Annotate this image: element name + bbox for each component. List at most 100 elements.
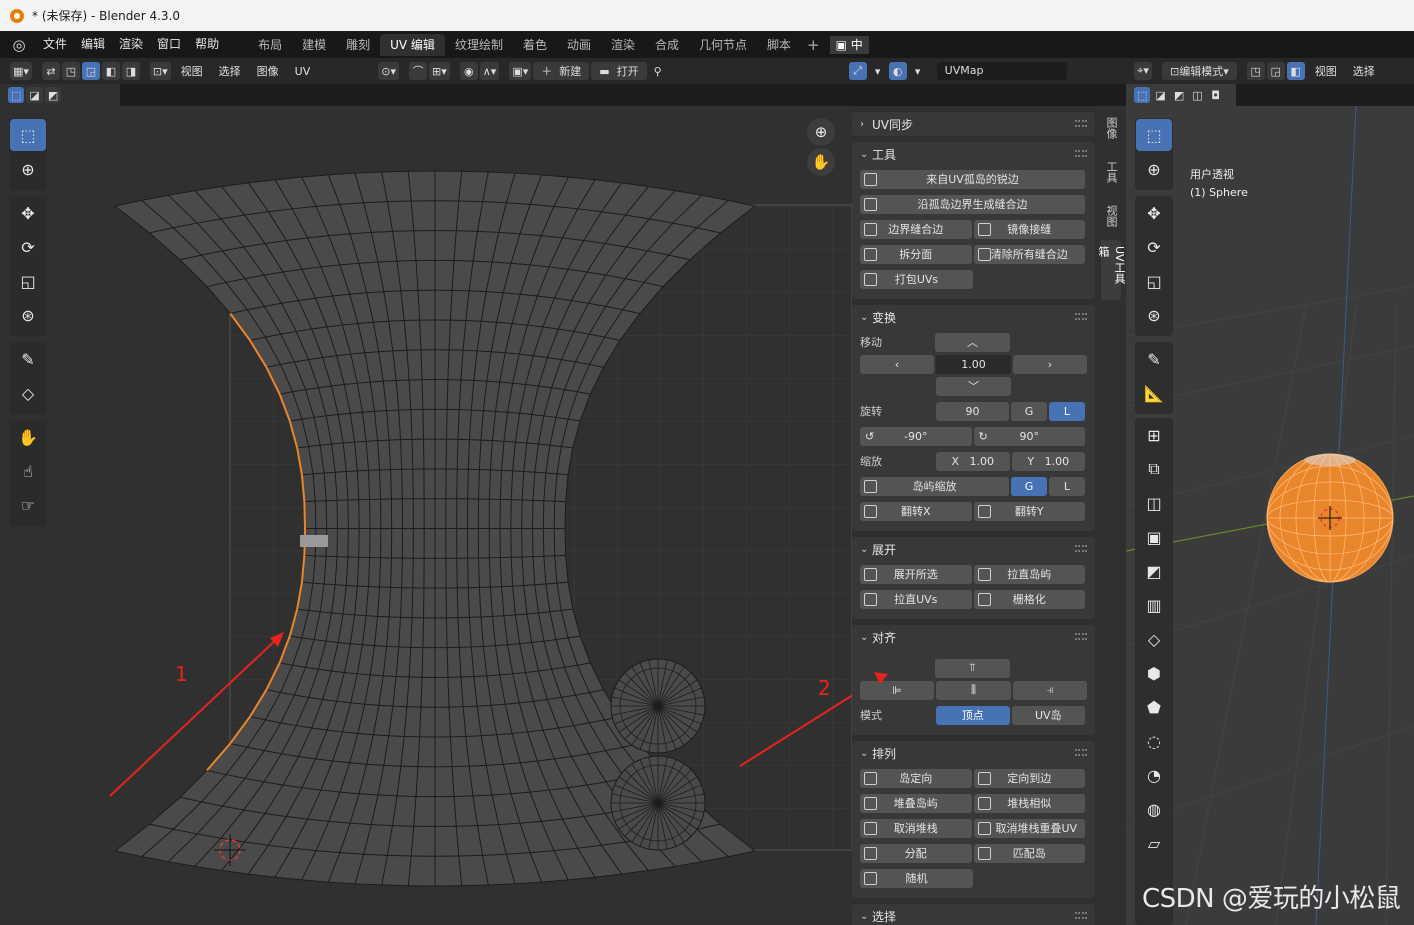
tool-relax[interactable]: ☝ <box>9 454 47 488</box>
face-select-icon[interactable]: ◧ <box>101 62 120 80</box>
menu-view[interactable]: 视图 <box>173 63 211 79</box>
overlay-dropdown-icon[interactable]: ▾ <box>909 62 927 80</box>
grip-icon[interactable] <box>1075 545 1087 552</box>
island-select-icon[interactable]: ◨ <box>121 62 140 80</box>
select-subtract-icon[interactable]: ◩ <box>44 87 62 103</box>
menu-render[interactable]: 渲染 <box>112 31 150 58</box>
align-right-button[interactable]: ⫣ <box>1013 680 1087 700</box>
rotate-ccw-button[interactable]: ↺ -90° <box>860 426 972 446</box>
menu-window[interactable]: 窗口 <box>150 31 188 58</box>
viewport-menu-select[interactable]: 选择 <box>1345 63 1383 79</box>
match-islands-button[interactable]: 匹配岛 <box>973 843 1085 863</box>
tool-annotate[interactable]: ✎ <box>9 342 47 376</box>
grip-icon[interactable] <box>1075 150 1087 157</box>
menu-image[interactable]: 图像 <box>249 63 287 79</box>
gizmo-toggle-icon[interactable]: ⤢ <box>848 62 867 80</box>
panel-header-arrange[interactable]: ⌄ 排列 <box>852 741 1095 765</box>
tab-layout[interactable]: 布局 <box>248 34 292 56</box>
grip-icon[interactable] <box>1075 313 1087 320</box>
panel-header-select[interactable]: ⌄ 选择 <box>852 904 1095 925</box>
orient-island-button[interactable]: 岛定向 <box>860 768 972 788</box>
stack-similar-button[interactable]: 堆栈相似 <box>973 793 1085 813</box>
falloff-icon[interactable]: ∧▾ <box>479 62 500 80</box>
grip-icon[interactable] <box>1075 912 1087 919</box>
grip-icon[interactable] <box>1075 749 1087 756</box>
distribute-button[interactable]: 分配 <box>860 843 972 863</box>
tab-texture-paint[interactable]: 纹理绘制 <box>445 34 513 56</box>
vp-tool-shrink[interactable]: ◍ <box>1135 792 1173 826</box>
edge-select-icon[interactable]: ◲ <box>81 62 100 80</box>
rotate-cw-button[interactable]: ↻ 90° <box>973 426 1085 446</box>
vp-tool-knife[interactable]: ◇ <box>1135 622 1173 656</box>
clear-seams-button[interactable]: 清除所有缝合边 <box>973 244 1085 264</box>
select-new-icon[interactable]: ⬚ <box>8 87 25 103</box>
split-face-button[interactable]: 拆分面 <box>860 244 972 264</box>
seams-from-islands-button[interactable]: 来自UV孤岛的锐边 <box>860 169 1085 189</box>
tab-rendering[interactable]: 渲染 <box>601 34 645 56</box>
island-scale-global-toggle[interactable]: G <box>1011 476 1047 496</box>
align-center-button[interactable]: ⫼ <box>936 680 1011 700</box>
rotate-local-toggle[interactable]: L <box>1049 401 1085 421</box>
sidebar-tab-uv-toolkit[interactable]: UV工具箱 <box>1097 240 1126 300</box>
panel-header-transform[interactable]: ⌄ 变换 <box>852 305 1095 329</box>
grip-icon[interactable] <box>1075 633 1087 640</box>
panel-header-tools[interactable]: ⌄ 工具 <box>852 142 1095 166</box>
move-step-field[interactable]: 1.00 <box>936 354 1011 374</box>
tab-compositing[interactable]: 合成 <box>645 34 689 56</box>
move-up-button[interactable]: ︿ <box>935 332 1010 352</box>
vp-tool-loop-cut[interactable]: ▥ <box>1135 588 1173 622</box>
vp-tool-rotate[interactable]: ⟳ <box>1135 230 1173 264</box>
vertex-mode-icon[interactable]: ◳ <box>1246 62 1265 80</box>
tool-grab[interactable]: ✋ <box>9 420 47 454</box>
tab-uv-editing[interactable]: UV 编辑 <box>380 33 445 56</box>
panel-header-unwrap[interactable]: ⌄ 展开 <box>852 537 1095 561</box>
open-image-button[interactable]: ▬ 打开 <box>591 62 647 80</box>
menu-select[interactable]: 选择 <box>211 63 249 79</box>
stack-islands-button[interactable]: 堆叠岛屿 <box>860 793 972 813</box>
vp-tool-shear[interactable]: ▱ <box>1135 826 1173 860</box>
panel-header-align[interactable]: ⌄ 对齐 <box>852 625 1095 649</box>
vp-tool-add-cube[interactable]: ⊞ <box>1135 418 1173 452</box>
sidebar-tab-image[interactable]: 图像 <box>1101 108 1121 148</box>
tool-rip[interactable]: ◇ <box>9 376 47 410</box>
edge-mode-icon[interactable]: ◲ <box>1266 62 1285 80</box>
pin-icon[interactable]: ⚲ <box>649 62 667 80</box>
viewport-menu-view[interactable]: 视图 <box>1307 63 1345 79</box>
sticky-select-icon[interactable]: ⊡▾ <box>149 62 171 80</box>
vp-tool-smooth[interactable]: ◌ <box>1135 724 1173 758</box>
vertex-select-icon[interactable]: ◳ <box>61 62 80 80</box>
tool-scale[interactable]: ◱ <box>9 264 47 298</box>
vp-tool-annotate[interactable]: ✎ <box>1135 342 1173 376</box>
tool-cursor[interactable]: ⊕ <box>9 152 47 186</box>
blender-menu-icon[interactable]: ◎ <box>10 36 28 54</box>
unwrap-selected-button[interactable]: 展开所选 <box>860 564 972 584</box>
tab-shading[interactable]: 着色 <box>513 34 557 56</box>
image-browse-icon[interactable]: ▣▾ <box>509 62 532 80</box>
vp-select-intersect-icon[interactable]: ◘ <box>1207 87 1224 103</box>
vp-tool-spin[interactable]: ⬟ <box>1135 690 1173 724</box>
menu-uv[interactable]: UV <box>287 65 319 78</box>
tool-rotate[interactable]: ⟳ <box>9 230 47 264</box>
editor-type-icon[interactable]: ▦▾ <box>10 62 32 80</box>
new-image-button[interactable]: ＋ 新建 <box>533 62 590 80</box>
border-seam-button[interactable]: 边界缝合边 <box>860 219 972 239</box>
pan-hand-icon[interactable]: ✋ <box>807 148 835 176</box>
align-top-button[interactable]: ⫪ <box>935 658 1010 678</box>
sidebar-tab-tool[interactable]: 工具 <box>1101 152 1121 192</box>
zoom-icon[interactable]: ⊕ <box>807 118 835 146</box>
add-workspace-icon[interactable]: + <box>801 36 826 54</box>
uvmap-field[interactable]: UVMap <box>936 62 1067 80</box>
vp-tool-scale[interactable]: ◱ <box>1135 264 1173 298</box>
straighten-uvs-button[interactable]: 拉直UVs <box>860 589 972 609</box>
tab-geometry-nodes[interactable]: 几何节点 <box>689 34 757 56</box>
overlay-toggle-icon[interactable]: ◐ <box>888 62 907 80</box>
select-extend-icon[interactable]: ◪ <box>26 87 43 103</box>
vp-tool-select-box[interactable]: ⬚ <box>1135 118 1173 152</box>
scale-y-field[interactable]: Y 1.00 <box>1011 451 1085 471</box>
random-button[interactable]: 随机 <box>860 868 973 888</box>
vp-tool-edge-slide[interactable]: ◔ <box>1135 758 1173 792</box>
vp-tool-extrude[interactable]: ⧉ <box>1135 452 1173 486</box>
island-scale-local-toggle[interactable]: L <box>1049 476 1085 496</box>
tab-modeling[interactable]: 建模 <box>292 34 336 56</box>
sidebar-tab-view[interactable]: 视图 <box>1101 196 1121 236</box>
